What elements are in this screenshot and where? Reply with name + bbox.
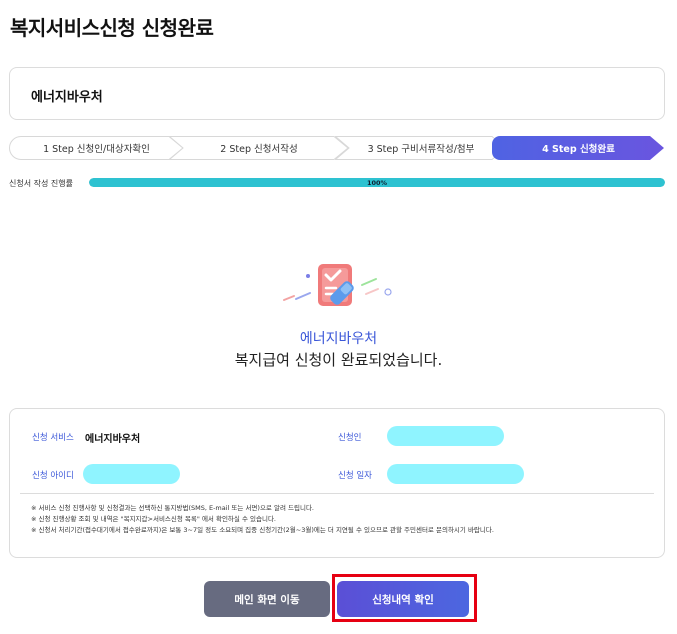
step-2: 2 Step 신청서작성	[169, 136, 349, 160]
service-value: 에너지바우처	[85, 434, 141, 445]
step-3: 3 Step 구비서류작성/첨부	[335, 136, 507, 160]
progress-fill: 100%	[89, 178, 665, 187]
date-value-masked	[387, 464, 524, 484]
step-indicator: 1 Step 신청인/대상자확인 2 Step 신청서작성 3 Step 구비서…	[9, 136, 665, 160]
id-value-masked	[83, 464, 180, 484]
applicant-value-masked	[387, 426, 504, 446]
service-box: 에너지바우처	[9, 67, 665, 120]
notice-item: ※ 서비스 신청 진행사항 및 신청결과는 선택하신 통지방법(SMS, E-m…	[31, 504, 314, 512]
progress-label: 신청서 작성 진행률	[9, 179, 73, 188]
notice-list: ※ 서비스 신청 진행사항 및 신청결과는 선택하신 통지방법(SMS, E-m…	[31, 503, 651, 536]
applicant-label: 신청인	[338, 433, 362, 443]
step-4-active: 4 Step 신청완료	[492, 136, 665, 160]
page-title: 복지서비스신청 신청완료	[10, 16, 214, 40]
notice-item: ※ 신청서 처리기간(접수대기에서 접수완료까지)은 보통 3~7일 정도 소요…	[31, 526, 494, 534]
application-info-box: 신청 서비스 에너지바우처 신청인 신청 아이디 신청 일자 ※ 서비스 신청 …	[9, 408, 665, 558]
step-2-label: 2 Step 신청서작성	[220, 144, 298, 155]
info-divider	[20, 493, 654, 494]
step-4-label: 4 Step 신청완료	[542, 144, 615, 155]
application-complete-icon	[283, 264, 392, 306]
service-name: 에너지바우처	[31, 90, 103, 105]
progress-bar: 100%	[89, 178, 665, 187]
notice-item: ※ 신청 진행상황 조회 및 내역은 "복지지갑>서비스신청 목록" 에서 확인…	[31, 515, 276, 523]
step-3-label: 3 Step 구비서류작성/첨부	[367, 144, 475, 155]
step-1-label: 1 Step 신청인/대상자확인	[43, 144, 150, 155]
completion-message: 복지급여 신청이 완료되었습니다.	[234, 351, 443, 369]
progress-text: 100%	[366, 178, 388, 187]
main-screen-button[interactable]: 메인 화면 이동	[204, 581, 330, 617]
view-application-history-button[interactable]: 신청내역 확인	[337, 581, 469, 617]
completion-service-name: 에너지바우처	[299, 331, 378, 347]
id-label: 신청 아이디	[32, 471, 74, 481]
date-label: 신청 일자	[338, 471, 372, 481]
service-label: 신청 서비스	[32, 433, 74, 443]
step-1: 1 Step 신청인/대상자확인	[9, 136, 184, 160]
